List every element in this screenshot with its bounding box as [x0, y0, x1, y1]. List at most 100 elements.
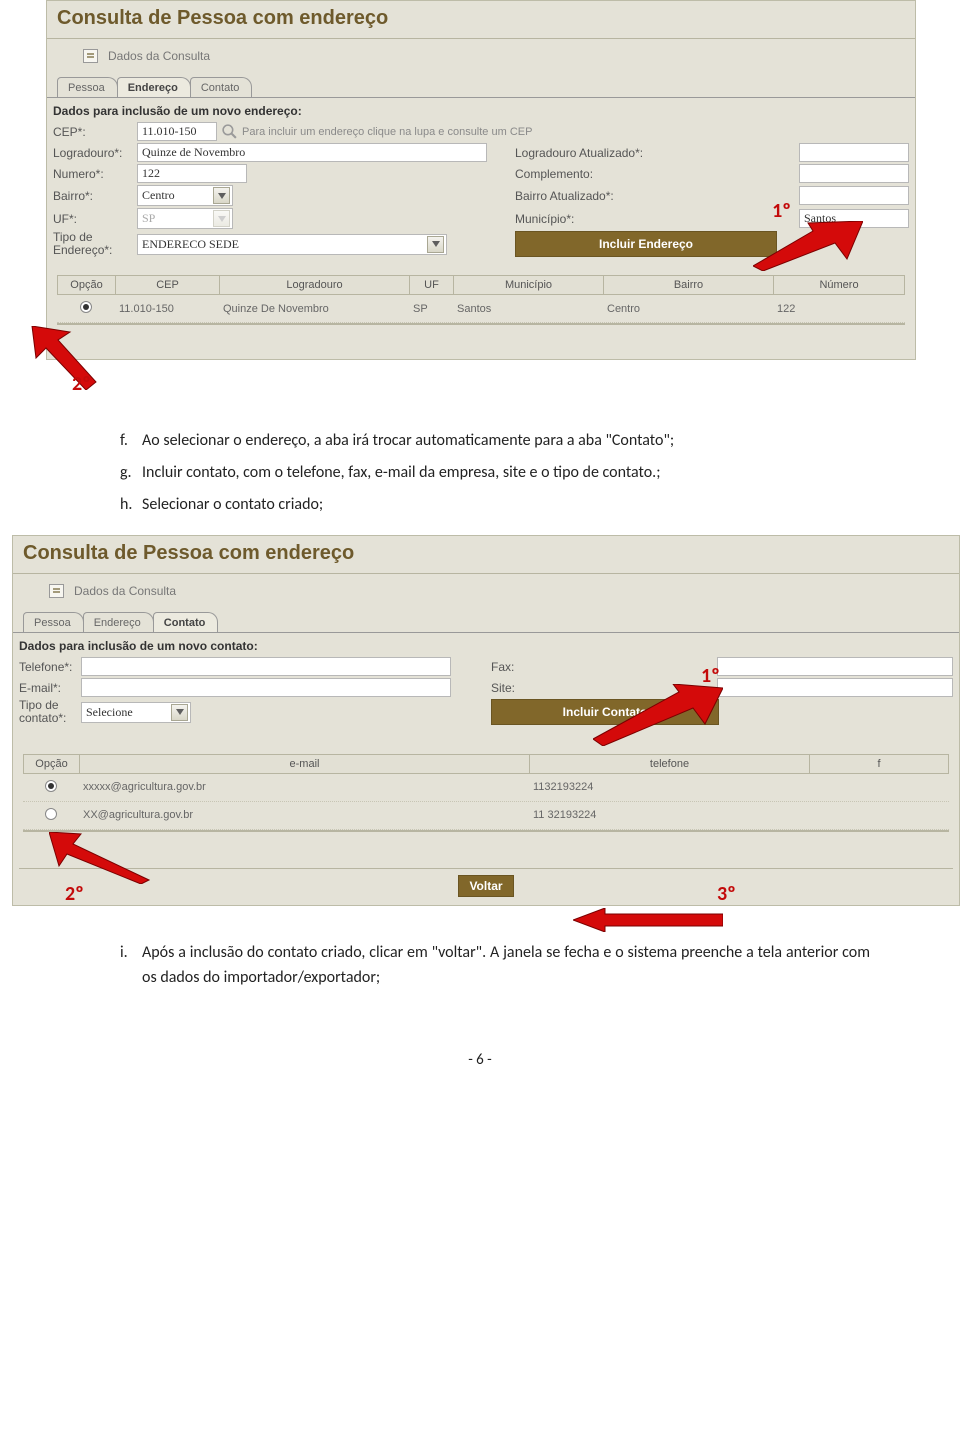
li-marker: i.: [120, 940, 142, 991]
label-log-at: Logradouro Atualizado*:: [515, 146, 665, 160]
label-tipo: Tipo de Endereço*:: [53, 231, 137, 257]
row-email: E-mail*: Site:: [19, 678, 953, 697]
gh-f: f: [809, 754, 949, 774]
list-item: i.Após a inclusão do contato criado, cli…: [120, 940, 870, 991]
row-radio[interactable]: [45, 808, 57, 820]
tipo-endereco-select[interactable]: ENDERECO SEDE: [137, 234, 447, 255]
cep-input[interactable]: 11.010-150: [137, 122, 217, 141]
text-block: i.Após a inclusão do contato criado, cli…: [120, 940, 870, 991]
li-text: Incluir contato, com o telefone, fax, e-…: [142, 460, 870, 486]
cell-email: xxxxx@agricultura.gov.br: [79, 779, 529, 795]
li-text: Ao selecionar o endereço, a aba irá troc…: [142, 428, 870, 454]
incluir-endereco-button[interactable]: Incluir Endereço: [515, 231, 777, 257]
cell-cep: 11.010-150: [115, 301, 219, 317]
gh-email: e-mail: [79, 754, 529, 774]
section-label: Dados da Consulta: [47, 39, 915, 73]
cell-num: 122: [773, 301, 905, 317]
chevron-down-icon: [213, 187, 230, 204]
list-item: h.Selecionar o contato criado;: [120, 492, 870, 518]
tab-contato[interactable]: Contato: [190, 77, 253, 97]
annotation-3: 3º: [717, 882, 736, 906]
contato-grid: Opção e-mail telefone f xxxxx@agricultur…: [23, 754, 949, 832]
document-icon: [83, 49, 98, 63]
email-input[interactable]: [81, 678, 451, 697]
li-text: Após a inclusão do contato criado, clica…: [142, 940, 870, 991]
arrow-icon: [49, 832, 157, 884]
fax-input[interactable]: [717, 657, 953, 676]
numero-input[interactable]: 122: [137, 164, 247, 183]
tab-pessoa[interactable]: Pessoa: [57, 77, 118, 97]
gh-opcao: Opção: [57, 275, 115, 295]
row-radio[interactable]: [45, 780, 57, 792]
li-marker: f.: [120, 428, 142, 454]
grid-header: Opção CEP Logradouro UF Município Bairro…: [57, 275, 905, 295]
label-log: Logradouro*:: [53, 146, 137, 160]
label-fax: Fax:: [491, 660, 531, 674]
section-label: Dados da Consulta: [13, 574, 959, 608]
endereco-grid: Opção CEP Logradouro UF Município Bairro…: [57, 275, 905, 325]
label-bairro-at: Bairro Atualizado*:: [515, 189, 665, 203]
site-input[interactable]: [717, 678, 953, 697]
logradouro-input[interactable]: Quinze de Novembro: [137, 143, 487, 162]
label-email: E-mail*:: [19, 681, 81, 695]
gh-uf: UF: [409, 275, 453, 295]
cell-f: [809, 785, 949, 789]
arrow-icon: [753, 221, 863, 271]
table-row: XX@agricultura.gov.br 11 32193224: [23, 802, 949, 830]
search-icon[interactable]: [221, 123, 238, 140]
li-text: Selecionar o contato criado;: [142, 492, 870, 518]
section-text: Dados da Consulta: [74, 584, 176, 598]
grid-header: Opção e-mail telefone f: [23, 754, 949, 774]
bairro-select[interactable]: Centro: [137, 185, 233, 206]
telefone-input[interactable]: [81, 657, 451, 676]
annotation-2: 2º: [65, 882, 84, 906]
label-site: Site:: [491, 681, 531, 695]
annotation-2: 2º: [72, 372, 91, 396]
logradouro-atualizado-input[interactable]: [799, 143, 909, 162]
li-marker: h.: [120, 492, 142, 518]
row-cep: CEP*: 11.010-150 Para incluir um endereç…: [53, 122, 909, 141]
tab-endereco[interactable]: Endereço: [117, 77, 191, 97]
arrow-icon: [593, 684, 723, 746]
row-logradouro: Logradouro*: Quinze de Novembro Logradou…: [53, 143, 909, 162]
section-text: Dados da Consulta: [108, 49, 210, 63]
chevron-down-icon: [171, 704, 188, 721]
cell-tel: 1132193224: [529, 779, 809, 795]
panel-endereco: Consulta de Pessoa com endereço Dados da…: [46, 0, 916, 360]
tab-endereco[interactable]: Endereço: [83, 612, 154, 632]
chevron-down-icon: [427, 236, 444, 253]
bairro-atualizado-input[interactable]: [799, 186, 909, 205]
voltar-button[interactable]: Voltar: [458, 875, 513, 897]
gh-cep: CEP: [115, 275, 219, 295]
cell-f: [809, 813, 949, 817]
cell-bairro: Centro: [603, 301, 773, 317]
row-radio[interactable]: [80, 301, 92, 313]
label-num: Numero*:: [53, 167, 137, 181]
label-bairro: Bairro*:: [53, 189, 137, 203]
label-cep: CEP*:: [53, 125, 137, 139]
uf-select[interactable]: SP: [137, 208, 233, 229]
gh-bairro: Bairro: [603, 275, 773, 295]
arrow-icon: [573, 908, 723, 932]
document-icon: [49, 584, 64, 598]
cell-tel: 11 32193224: [529, 807, 809, 823]
tipo-contato-value: Selecione: [86, 705, 133, 720]
tab-contato[interactable]: Contato: [153, 612, 219, 632]
tipo-contato-select[interactable]: Selecione: [81, 702, 191, 723]
uf-value: SP: [142, 211, 155, 226]
form-heading: Dados para inclusão de um novo endereço:: [53, 104, 909, 118]
table-row: 11.010-150 Quinze De Novembro SP Santos …: [57, 295, 905, 323]
label-tipo-contato: Tipo de contato*:: [19, 699, 81, 725]
annotation-1: 1º: [772, 199, 791, 223]
tipo-value: ENDERECO SEDE: [142, 237, 239, 252]
cep-hint: Para incluir um endereço clique na lupa …: [242, 126, 532, 138]
gh-opcao: Opção: [23, 754, 79, 774]
tabs: Pessoa Endereço Contato: [57, 77, 915, 97]
complemento-input[interactable]: [799, 164, 909, 183]
cell-email: XX@agricultura.gov.br: [79, 807, 529, 823]
panel-contato: Consulta de Pessoa com endereço Dados da…: [12, 535, 960, 905]
label-comp: Complemento:: [515, 167, 665, 181]
tab-pessoa[interactable]: Pessoa: [23, 612, 84, 632]
text-block: f.Ao selecionar o endereço, a aba irá tr…: [120, 428, 870, 517]
row-numero: Numero*: 122 Complemento:: [53, 164, 909, 183]
